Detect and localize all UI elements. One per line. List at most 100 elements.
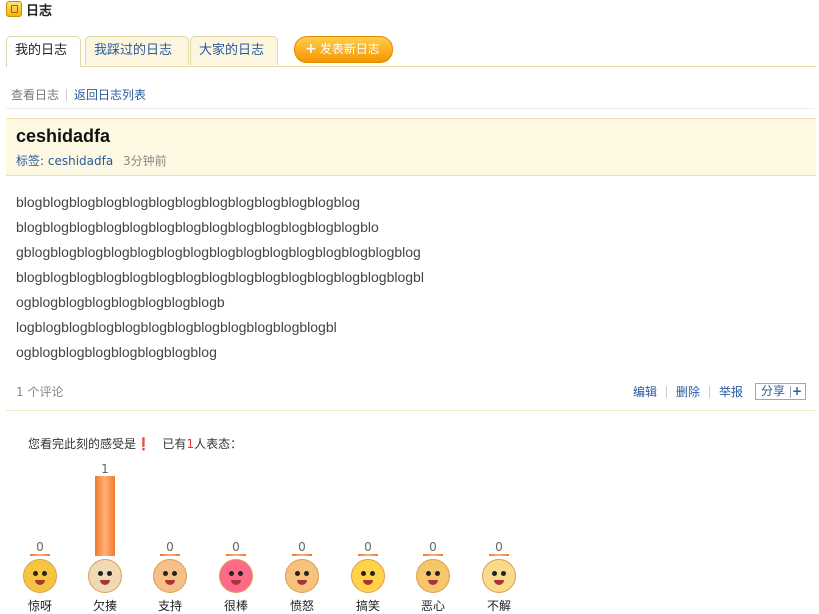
mood-item[interactable]: 0 不解 (477, 540, 521, 614)
mood-label: 搞笑 (355, 599, 380, 613)
mood-item[interactable]: 0 搞笑 (346, 540, 390, 614)
report-link[interactable]: 举报 (719, 383, 743, 400)
mood-total-count: 1 (186, 437, 195, 451)
post-header: ceshidadfa 标签: ceshidadfa 3分钟前 (6, 118, 816, 176)
mood-item[interactable]: 0 愤怒 (280, 540, 324, 614)
mood-bar (226, 554, 246, 556)
mood-bar (423, 554, 443, 556)
mood-count: 0 (298, 540, 306, 554)
post-title: ceshidadfa (16, 126, 111, 146)
eye-icon (361, 571, 366, 576)
post-line: blogblogblogblogblogblogblogblogblogblog… (16, 194, 361, 210)
post-meta: 标签: ceshidadfa 3分钟前 (16, 152, 167, 169)
mood-prompt: 您看完此刻的感受是❗ 已有1人表态： (28, 435, 242, 452)
mood-label: 欠揍 (92, 599, 117, 613)
mood-item[interactable]: 0 惊呀 (18, 540, 62, 614)
mood-face-icon[interactable] (416, 559, 450, 593)
mood-prompt-text: 已有 (162, 437, 187, 451)
eye-icon (33, 571, 38, 576)
plus-icon: + (305, 41, 317, 57)
eye-icon (163, 571, 168, 576)
mood-count: 0 (429, 540, 437, 554)
post-time: 3分钟前 (123, 154, 167, 168)
mouth-icon (165, 580, 175, 585)
mood-face-icon[interactable] (153, 559, 187, 593)
eye-icon (426, 571, 431, 576)
breadcrumb-separator (66, 88, 68, 101)
delete-link[interactable]: 删除 (676, 383, 700, 400)
exclamation-icon: ❗ (136, 437, 151, 451)
mood-bar (95, 476, 115, 556)
eye-icon (370, 571, 375, 576)
post-body: blogblogblogblogblogblogblogblogblogblog… (16, 190, 424, 365)
mood-label: 很棒 (223, 599, 248, 613)
mood-item[interactable]: 1 欠揍 (83, 462, 127, 614)
tag-link[interactable]: ceshidadfa (48, 154, 113, 168)
mood-item[interactable]: 0 很棒 (214, 540, 258, 614)
eye-icon (435, 571, 440, 576)
eye-icon (229, 571, 234, 576)
eye-icon (42, 571, 47, 576)
share-button[interactable]: 分享 + (754, 383, 806, 400)
mood-bar (160, 554, 180, 556)
back-to-list-link[interactable]: 返回日志列表 (74, 86, 146, 103)
tab-my-diary[interactable]: 我的日志 (6, 36, 81, 67)
mouth-icon (428, 580, 438, 585)
page-header: 日志 (6, 0, 53, 19)
comment-bar: 1 个评论 编辑 删除 举报 分享 + (16, 383, 806, 401)
action-separator (708, 385, 710, 398)
mood-count: 0 (495, 540, 503, 554)
mood-bar (292, 554, 312, 556)
new-diary-label: 发表新日志 (319, 42, 380, 56)
mood-label: 支持 (157, 599, 182, 613)
tab-stepped-diary[interactable]: 我踩过的日志 (85, 36, 189, 65)
tab-everyone-diary[interactable]: 大家的日志 (190, 36, 278, 65)
mood-count: 0 (36, 540, 44, 554)
action-separator (665, 385, 667, 398)
mood-face-icon[interactable] (219, 559, 253, 593)
mouth-icon (35, 580, 45, 585)
mouth-icon (494, 580, 504, 585)
divider (6, 108, 815, 109)
mood-count: 0 (166, 540, 174, 554)
eye-icon (501, 571, 506, 576)
mouth-icon (100, 580, 110, 585)
post-line: gblogblogblogblogblogblogblogblogblogblo… (16, 244, 421, 260)
post-actions: 编辑 删除 举报 分享 + (633, 383, 806, 400)
mood-face-icon[interactable] (23, 559, 57, 593)
post-line: blogblogblogblogblogblogblogblogblogblog… (16, 219, 379, 235)
mood-count: 1 (101, 462, 109, 476)
post-line: logblogblogblogblogblogblogblogblogblogb… (16, 319, 337, 335)
mouth-icon (363, 580, 373, 585)
mood-face-icon[interactable] (351, 559, 385, 593)
eye-icon (172, 571, 177, 576)
divider (6, 410, 815, 411)
comment-count[interactable]: 1 个评论 (16, 385, 63, 399)
mood-face-icon[interactable] (482, 559, 516, 593)
diary-icon (6, 1, 22, 17)
plus-icon: + (790, 383, 803, 398)
mood-prompt-text: 人表态： (194, 437, 243, 451)
mood-face-icon[interactable] (88, 559, 122, 593)
share-label: 分享 (760, 384, 785, 398)
new-diary-button[interactable]: + 发表新日志 (294, 36, 393, 63)
mood-bar (358, 554, 378, 556)
mood-prompt-text: 您看完此刻的感受是 (28, 437, 137, 451)
post-line: ogblogblogblogblogblogblogblog (16, 344, 217, 360)
page-title: 日志 (26, 3, 53, 19)
eye-icon (107, 571, 112, 576)
mood-item[interactable]: 0 支持 (148, 540, 192, 614)
mood-item[interactable]: 0 恶心 (411, 540, 455, 614)
mouth-icon (297, 580, 307, 585)
mood-face-icon[interactable] (285, 559, 319, 593)
tab-bar: 我的日志 我踩过的日志 大家的日志 + 发表新日志 (6, 36, 816, 67)
eye-icon (295, 571, 300, 576)
edit-link[interactable]: 编辑 (633, 383, 657, 400)
mood-bar (489, 554, 509, 556)
post-line: blogblogblogblogblogblogblogblogblogblog… (16, 269, 424, 285)
post-line: ogblogblogblogblogblogblogblogb (16, 294, 225, 310)
eye-icon (492, 571, 497, 576)
mood-label: 惊呀 (27, 599, 52, 613)
mouth-icon (231, 580, 241, 585)
mood-count: 0 (364, 540, 372, 554)
